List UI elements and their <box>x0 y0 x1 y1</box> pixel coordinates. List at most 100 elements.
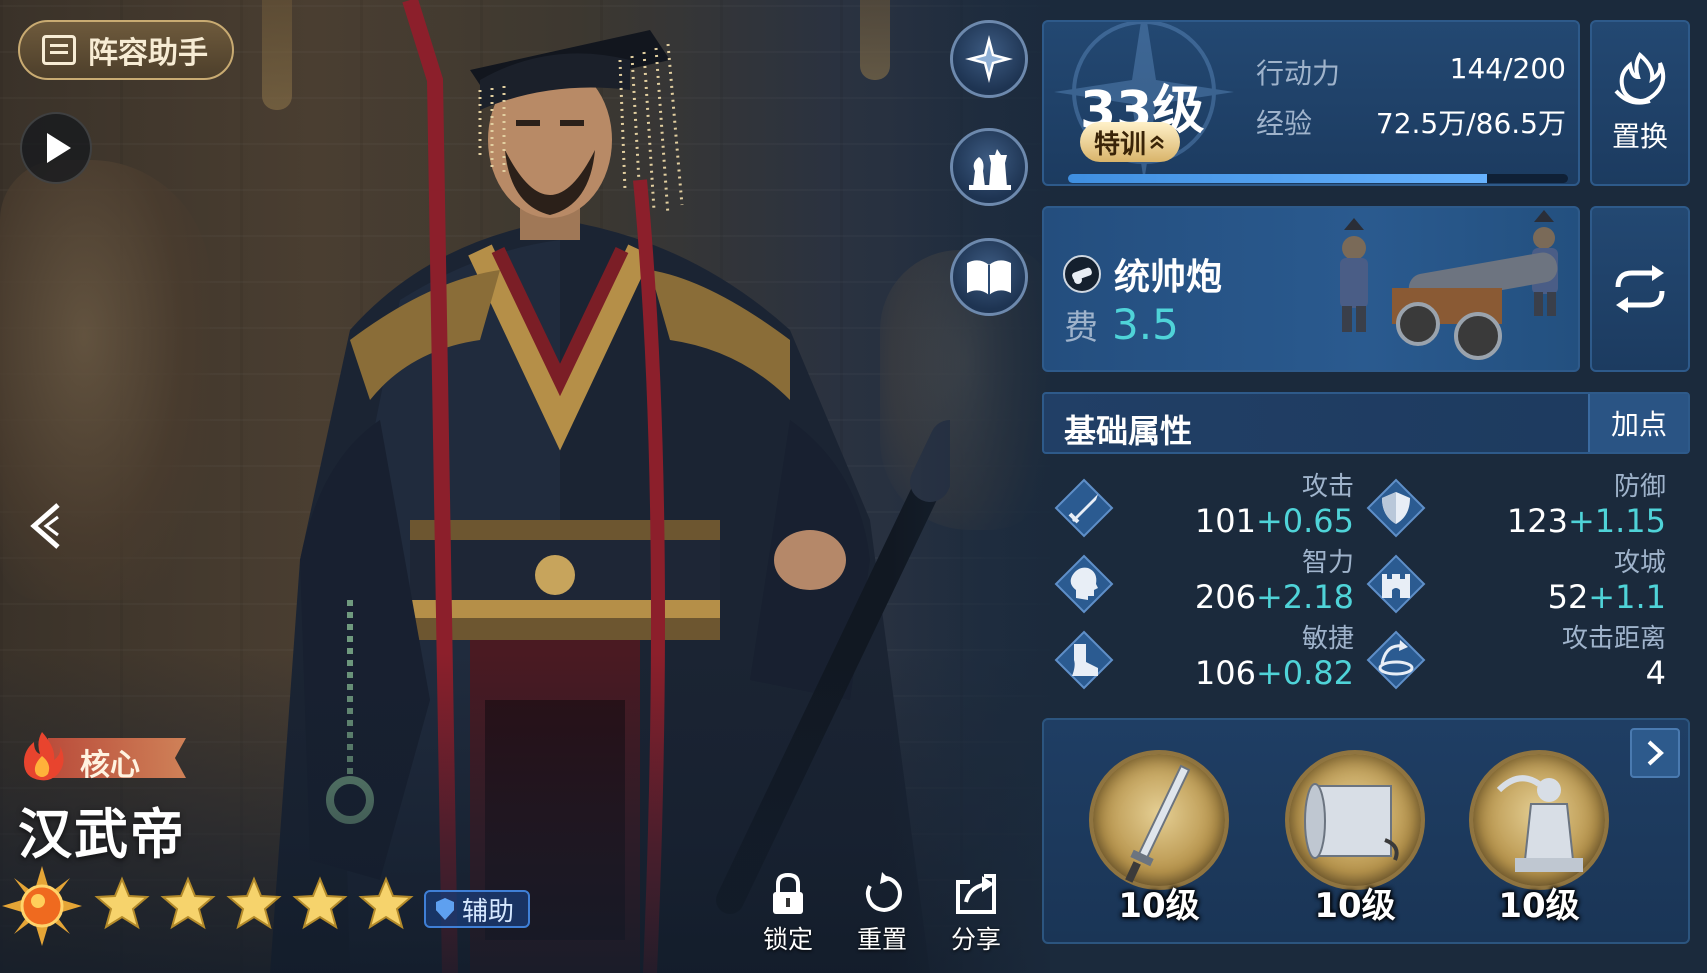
chess-icon <box>969 149 1011 190</box>
equipment-slot-scroll[interactable]: 10级 <box>1280 750 1430 930</box>
hero-name: 汉武帝 <box>18 803 186 866</box>
share-icon <box>956 874 996 914</box>
equipment-level: 10级 <box>1314 886 1396 926</box>
attribute-intelligence: 智力 206+2.18 <box>1054 542 1354 622</box>
siege-value: 52+1.1 <box>1548 578 1666 616</box>
troop-card[interactable]: 统帅炮 费 3.5 <box>1042 206 1580 372</box>
troop-cost-value: 3.5 <box>1112 300 1179 349</box>
siege-label: 攻城 <box>1613 548 1666 578</box>
attack-range-value: 4 <box>1646 654 1666 692</box>
lock-label: 锁定 <box>762 925 813 954</box>
star-icon <box>94 876 150 930</box>
action-power-value: 144/200 <box>1449 52 1566 85</box>
compass-button[interactable] <box>950 20 1028 98</box>
cannon-troop-art <box>1340 210 1558 360</box>
lineup-helper-button[interactable]: 阵容助手 <box>18 20 234 80</box>
add-points-button[interactable]: 加点 <box>1588 394 1688 452</box>
role-tag[interactable]: 辅助 <box>424 890 531 928</box>
action-power-row: 行动力 144/200 <box>1256 52 1566 92</box>
lineup-helper-label: 阵容助手 <box>88 36 208 71</box>
defense-base: 123 <box>1506 502 1568 540</box>
star-icon <box>160 876 216 930</box>
previous-hero-arrow[interactable] <box>26 498 66 554</box>
intelligence-label: 智力 <box>1301 548 1354 578</box>
exp-label: 经验 <box>1256 107 1313 140</box>
swap-label: 置换 <box>1611 120 1668 153</box>
lock-button[interactable]: 锁定 <box>760 872 816 956</box>
chevron-up-icon <box>1150 135 1164 149</box>
book-button[interactable] <box>950 238 1028 316</box>
exp-progress-bar <box>1068 174 1568 183</box>
attribute-attack: 攻击 101+0.65 <box>1054 466 1354 546</box>
equipment-slot-statue[interactable]: 10级 <box>1464 750 1614 930</box>
core-tag: 核心 <box>18 730 188 783</box>
attack-value: 101+0.65 <box>1195 502 1354 540</box>
cycle-icon <box>1615 265 1665 313</box>
defense-label: 防御 <box>1613 472 1666 502</box>
attack-range-label: 攻击距离 <box>1561 624 1666 654</box>
sword-icon <box>1054 478 1114 538</box>
attribute-agility: 敏捷 106+0.82 <box>1054 618 1354 698</box>
add-points-label: 加点 <box>1610 408 1667 441</box>
attack-label: 攻击 <box>1301 472 1354 502</box>
book-icon <box>967 260 1011 295</box>
role-label: 辅助 <box>462 896 515 927</box>
intelligence-base: 206 <box>1194 578 1256 616</box>
troop-cost: 费 3.5 <box>1064 300 1179 349</box>
equipment-card: 10级 10级 10级 <box>1042 718 1690 944</box>
attribute-defense: 防御 123+1.15 <box>1366 466 1666 546</box>
compass-icon <box>965 35 1013 83</box>
agility-label: 敏捷 <box>1301 624 1354 654</box>
special-training-button[interactable]: 特训 <box>1080 122 1181 162</box>
star-icon <box>226 876 282 930</box>
sword-icon <box>1125 764 1191 883</box>
attack-base: 101 <box>1194 502 1256 540</box>
attribute-grid: 攻击 101+0.65 防御 123+1.15 智力 206+2.18 攻城 5… <box>1054 466 1690 716</box>
base-attributes-header: 基础属性 加点 <box>1042 392 1690 454</box>
castle-icon <box>1366 554 1426 614</box>
hero-actions: 锁定 重置 分享 <box>760 872 1004 956</box>
agility-base: 106 <box>1194 654 1256 692</box>
star-icon <box>358 876 414 930</box>
troop-title: 统帅炮 <box>1062 248 1222 300</box>
play-voice-button[interactable] <box>20 112 92 184</box>
troop-cost-label: 费 <box>1064 308 1098 348</box>
star-rating <box>94 876 414 932</box>
attack-bonus: +0.65 <box>1255 502 1354 540</box>
shield-icon <box>436 898 454 920</box>
change-troop-button[interactable] <box>1590 206 1690 372</box>
star-icon <box>292 876 348 930</box>
equipment-more-button[interactable] <box>1630 728 1680 778</box>
level-card: 33级 特训 行动力 144/200 经验 72.5万/86.5万 <box>1042 20 1580 186</box>
action-power-label: 行动力 <box>1256 57 1341 90</box>
swap-button[interactable]: 置换 <box>1590 20 1690 186</box>
intelligence-value: 206+2.18 <box>1195 578 1354 616</box>
flame-icon <box>24 732 64 781</box>
chevron-left-icon <box>30 503 60 549</box>
defense-bonus: +1.15 <box>1567 502 1666 540</box>
share-label: 分享 <box>950 925 1001 954</box>
special-training-label: 特训 <box>1094 129 1147 160</box>
reset-label: 重置 <box>856 925 907 954</box>
share-button[interactable]: 分享 <box>948 872 1004 956</box>
equipment-slot-weapon[interactable]: 10级 <box>1084 750 1234 930</box>
troop-name: 统帅炮 <box>1114 257 1223 298</box>
exp-value: 72.5万/86.5万 <box>1375 107 1566 140</box>
swap-flame-icon <box>1614 51 1666 105</box>
boot-icon <box>1054 630 1114 690</box>
attribute-siege: 攻城 52+1.1 <box>1366 542 1666 622</box>
attribute-attack-range: 攻击距离 4 <box>1366 618 1666 698</box>
exp-row: 经验 72.5万/86.5万 <box>1256 102 1566 142</box>
siege-base: 52 <box>1547 578 1589 616</box>
reset-button[interactable]: 重置 <box>854 872 910 956</box>
defense-value: 123+1.15 <box>1507 502 1666 540</box>
chess-button[interactable] <box>950 128 1028 206</box>
hero-detail-panel: 33级 特训 行动力 144/200 经验 72.5万/86.5万 置换 统帅炮… <box>1038 0 1707 973</box>
chevron-right-icon <box>1647 740 1664 766</box>
play-icon <box>47 133 71 163</box>
exp-progress-fill <box>1068 174 1487 183</box>
reset-icon <box>866 872 902 912</box>
equipment-level: 10级 <box>1118 886 1200 926</box>
attack-range-base: 4 <box>1645 654 1666 692</box>
shield-icon <box>1366 478 1426 538</box>
